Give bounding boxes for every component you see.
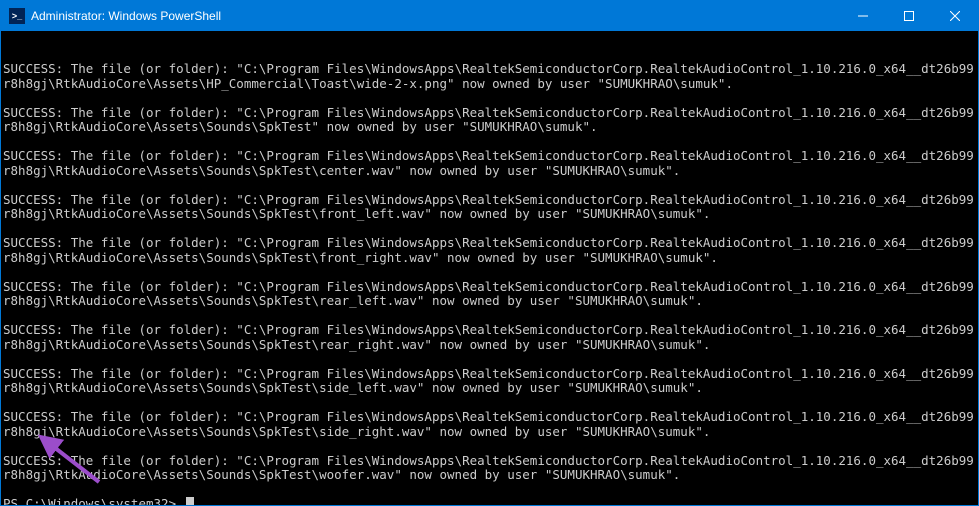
output-line: SUCCESS: The file (or folder): "C:\Progr… <box>3 106 976 135</box>
close-button[interactable] <box>932 1 978 31</box>
titlebar[interactable]: >_ Administrator: Windows PowerShell <box>1 1 978 31</box>
output-line: SUCCESS: The file (or folder): "C:\Progr… <box>3 193 976 222</box>
window-controls <box>840 1 978 31</box>
cursor <box>186 497 194 505</box>
powershell-window: >_ Administrator: Windows PowerShell SUC… <box>0 0 979 506</box>
powershell-icon: >_ <box>9 8 25 24</box>
terminal-output[interactable]: SUCCESS: The file (or folder): "C:\Progr… <box>1 31 978 505</box>
terminal-content: SUCCESS: The file (or folder): "C:\Progr… <box>3 62 976 505</box>
output-line: SUCCESS: The file (or folder): "C:\Progr… <box>3 62 976 91</box>
output-line: SUCCESS: The file (or folder): "C:\Progr… <box>3 410 976 439</box>
minimize-button[interactable] <box>840 1 886 31</box>
output-line: SUCCESS: The file (or folder): "C:\Progr… <box>3 454 976 483</box>
output-line: SUCCESS: The file (or folder): "C:\Progr… <box>3 323 976 352</box>
icon-text: >_ <box>12 11 22 21</box>
prompt-line[interactable]: PS C:\Windows\system32> <box>3 497 976 505</box>
maximize-button[interactable] <box>886 1 932 31</box>
output-line: SUCCESS: The file (or folder): "C:\Progr… <box>3 367 976 396</box>
output-line: SUCCESS: The file (or folder): "C:\Progr… <box>3 149 976 178</box>
window-title: Administrator: Windows PowerShell <box>31 9 840 23</box>
output-line: SUCCESS: The file (or folder): "C:\Progr… <box>3 236 976 265</box>
prompt-text: PS C:\Windows\system32> <box>3 496 184 505</box>
output-line: SUCCESS: The file (or folder): "C:\Progr… <box>3 280 976 309</box>
